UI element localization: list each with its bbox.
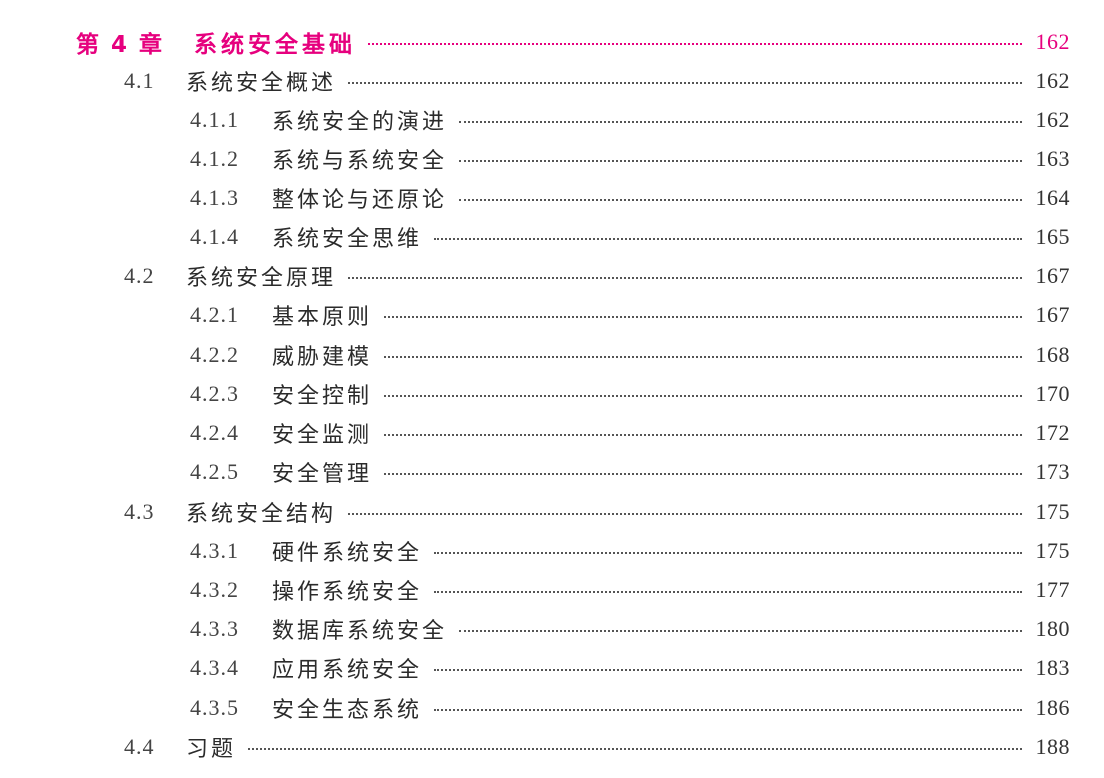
subsection-title: 安全控制 — [272, 383, 373, 409]
chapter-title: 系统安全基础 — [194, 31, 356, 58]
section-title: 系统安全结构 — [186, 501, 337, 527]
subsection-title: 硬件系统安全 — [272, 540, 423, 566]
section-page-number: 188 — [1035, 733, 1070, 759]
subsection-page-number: 180 — [1035, 615, 1070, 641]
subsection-number: 4.3.2 — [190, 576, 239, 602]
dot-leader — [348, 276, 1022, 279]
subsection-page-number: 177 — [1035, 576, 1070, 602]
toc-subsection-entry[interactable]: 4.2.2 威胁建模 168 — [190, 335, 1070, 374]
subsection-page-number: 183 — [1035, 654, 1070, 680]
dot-leader — [434, 668, 1022, 671]
toc-subsection-entry[interactable]: 4.3.4 应用系统安全 183 — [190, 648, 1070, 687]
subsection-title: 系统安全思维 — [272, 226, 423, 252]
dot-leader — [459, 198, 1022, 201]
toc-subsection-entry[interactable]: 4.1.2 系统与系统安全 163 — [190, 139, 1070, 178]
toc-subsection-entry[interactable]: 4.2.3 安全控制 170 — [190, 374, 1070, 413]
section-number: 4.3 — [124, 498, 155, 524]
dot-leader — [459, 120, 1022, 123]
subsection-number: 4.2.5 — [190, 458, 239, 484]
toc-chapter-entry[interactable]: 第 4 章 系统安全基础 162 — [76, 22, 1070, 61]
subsection-page-number: 172 — [1035, 419, 1070, 445]
section-number: 4.4 — [124, 733, 155, 759]
dot-leader — [459, 629, 1022, 632]
subsection-number: 4.3.3 — [190, 615, 239, 641]
subsection-number: 4.1.3 — [190, 184, 239, 210]
subsection-title: 安全生态系统 — [272, 697, 423, 723]
dot-leader — [384, 355, 1022, 358]
dot-leader — [434, 551, 1022, 554]
toc-subsection-entry[interactable]: 4.2.5 安全管理 173 — [190, 452, 1070, 491]
subsection-page-number: 163 — [1035, 145, 1070, 171]
section-page-number: 167 — [1035, 262, 1070, 288]
section-page-number: 162 — [1035, 67, 1070, 93]
toc-subsection-entry[interactable]: 4.3.2 操作系统安全 177 — [190, 570, 1070, 609]
toc-subsection-entry[interactable]: 4.3.5 安全生态系统 186 — [190, 688, 1070, 727]
dot-leader — [368, 42, 1022, 45]
subsection-title: 安全管理 — [272, 461, 373, 487]
subsection-number: 4.1.4 — [190, 223, 239, 249]
dot-leader — [434, 708, 1022, 711]
subsection-page-number: 165 — [1035, 223, 1070, 249]
dot-leader — [248, 747, 1022, 750]
dot-leader — [384, 315, 1022, 318]
subsection-title: 操作系统安全 — [272, 579, 423, 605]
chapter-page-number: 162 — [1035, 28, 1070, 54]
subsection-number: 4.2.3 — [190, 380, 239, 406]
table-of-contents: 第 4 章 系统安全基础 162 4.1 系统安全概述 162 4.1.1 系统… — [0, 0, 1104, 778]
toc-subsection-entry[interactable]: 4.1.4 系统安全思维 165 — [190, 217, 1070, 256]
toc-section-entry[interactable]: 4.2 系统安全原理 167 — [124, 256, 1070, 295]
dot-leader — [459, 159, 1022, 162]
toc-subsection-entry[interactable]: 4.3.1 硬件系统安全 175 — [190, 531, 1070, 570]
section-title: 系统安全原理 — [186, 265, 337, 291]
subsection-page-number: 164 — [1035, 184, 1070, 210]
toc-section-entry[interactable]: 4.4 习题 188 — [124, 727, 1070, 766]
section-number: 4.1 — [124, 67, 155, 93]
subsection-title: 整体论与还原论 — [272, 187, 448, 213]
subsection-page-number: 186 — [1035, 694, 1070, 720]
subsection-number: 4.1.1 — [190, 106, 239, 132]
subsection-number: 4.3.5 — [190, 694, 239, 720]
section-page-number: 175 — [1035, 498, 1070, 524]
dot-leader — [384, 394, 1022, 397]
subsection-title: 安全监测 — [272, 422, 373, 448]
subsection-title: 基本原则 — [272, 304, 373, 330]
subsection-page-number: 175 — [1035, 537, 1070, 563]
toc-subsection-entry[interactable]: 4.2.1 基本原则 167 — [190, 295, 1070, 334]
toc-section-entry[interactable]: 4.1 系统安全概述 162 — [124, 61, 1070, 100]
subsection-title: 应用系统安全 — [272, 657, 423, 683]
subsection-number: 4.2.2 — [190, 341, 239, 367]
dot-leader — [384, 472, 1022, 475]
subsection-number: 4.2.1 — [190, 301, 239, 327]
subsection-page-number: 173 — [1035, 458, 1070, 484]
subsection-page-number: 162 — [1035, 106, 1070, 132]
subsection-page-number: 168 — [1035, 341, 1070, 367]
dot-leader — [348, 512, 1022, 515]
dot-leader — [384, 433, 1022, 436]
toc-subsection-entry[interactable]: 4.1.3 整体论与还原论 164 — [190, 178, 1070, 217]
subsection-title: 数据库系统安全 — [272, 618, 448, 644]
toc-subsection-entry[interactable]: 4.3.3 数据库系统安全 180 — [190, 609, 1070, 648]
subsection-title: 系统安全的演进 — [272, 109, 448, 135]
dot-leader — [434, 590, 1022, 593]
dot-leader — [434, 237, 1022, 240]
subsection-title: 威胁建模 — [272, 344, 373, 370]
subsection-number: 4.3.4 — [190, 654, 239, 680]
subsection-page-number: 170 — [1035, 380, 1070, 406]
subsection-page-number: 167 — [1035, 301, 1070, 327]
section-number: 4.2 — [124, 262, 155, 288]
subsection-number: 4.3.1 — [190, 537, 239, 563]
toc-section-entry[interactable]: 4.3 系统安全结构 175 — [124, 492, 1070, 531]
chapter-number: 第 4 章 — [76, 31, 165, 58]
section-title: 习题 — [186, 736, 237, 762]
dot-leader — [348, 81, 1022, 84]
subsection-number: 4.1.2 — [190, 145, 239, 171]
toc-subsection-entry[interactable]: 4.2.4 安全监测 172 — [190, 413, 1070, 452]
subsection-number: 4.2.4 — [190, 419, 239, 445]
section-title: 系统安全概述 — [186, 70, 337, 96]
subsection-title: 系统与系统安全 — [272, 148, 448, 174]
toc-subsection-entry[interactable]: 4.1.1 系统安全的演进 162 — [190, 100, 1070, 139]
